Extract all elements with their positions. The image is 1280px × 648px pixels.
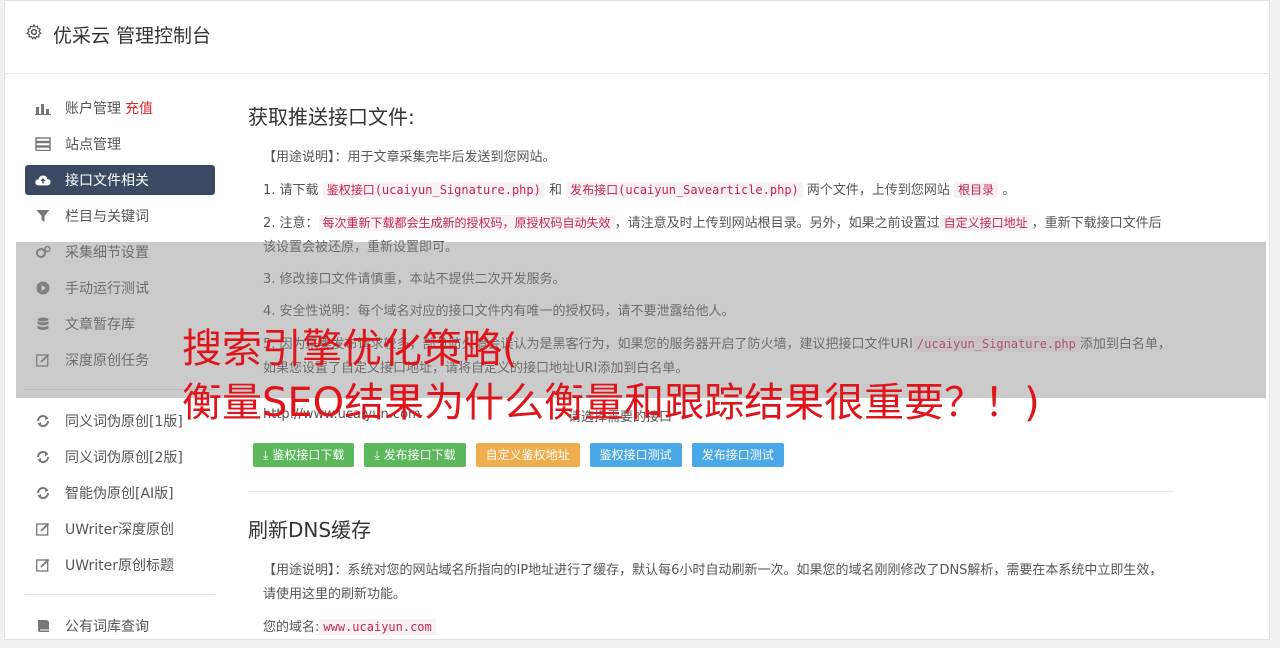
sidebar-item-account[interactable]: 账户管理 充值 [25, 93, 215, 123]
edit-icon [35, 521, 51, 537]
sidebar-item-label: 账户管理 [65, 101, 121, 117]
section-title-dns: 刷新DNS缓存 [248, 518, 372, 542]
domain-value: www.ucaiyun.com [319, 619, 436, 635]
domain-row: 您的域名: www.ucaiyun.com [263, 615, 1173, 640]
test-auth-button[interactable]: 鉴权接口测试 [589, 443, 682, 467]
section-title-interface-files: 获取推送接口文件: [248, 105, 415, 129]
custom-auth-url-button[interactable]: 自定义鉴权地址 [475, 443, 580, 467]
sidebar-item-uwriter-deep[interactable]: UWriter深度原创 [25, 514, 215, 544]
refresh-icon [35, 413, 51, 429]
sidebar-item-label: 栏目与关键词 [65, 209, 149, 225]
sidebar-item-label: 接口文件相关 [65, 173, 149, 189]
bar-chart-icon [35, 100, 51, 116]
refresh-icon [35, 485, 51, 501]
sidebar-item-label: 公有词库查询 [65, 619, 149, 635]
filter-icon [35, 208, 51, 224]
sidebar-item-interface-files[interactable]: 接口文件相关 [25, 165, 215, 195]
gear-icon [26, 23, 42, 40]
sidebar-item-label: 智能伪原创[AI版] [65, 486, 174, 502]
overlay-headline: 搜索引擎优化策略( 衡量SEO结果为什么衡量和跟踪结果很重要？！) [182, 322, 1182, 430]
download-publish-button[interactable]: ⤓ 发布接口下载 [364, 443, 466, 467]
page-title: 优采云 管理控制台 [53, 25, 212, 47]
step-1: 1. 请下载 鉴权接口(ucaiyun_Signature.php) 和 发布接… [263, 182, 1016, 198]
sidebar-item-synonym-v2[interactable]: 同义词伪原创[2版] [25, 442, 215, 472]
overlay-line-1: 搜索引擎优化策略( [182, 326, 518, 372]
sidebar-item-label: 同义词伪原创[1版] [65, 414, 183, 430]
usage-text: 【用途说明】：用于文章采集完毕后发送到您网站。 [263, 150, 556, 165]
section-divider [248, 491, 1173, 492]
test-publish-button[interactable]: 发布接口测试 [691, 443, 784, 467]
sidebar-item-sites[interactable]: 站点管理 [25, 129, 215, 159]
sidebar-item-ai-rewrite[interactable]: 智能伪原创[AI版] [25, 478, 215, 508]
refresh-icon [35, 449, 51, 465]
domain-label: 您的域名: [263, 620, 320, 635]
sidebar-item-columns-keywords[interactable]: 栏目与关键词 [25, 201, 215, 231]
sidebar-divider [25, 594, 215, 595]
download-icon: ⤓ [263, 448, 269, 462]
recharge-link[interactable]: 充值 [125, 98, 153, 118]
download-auth-button[interactable]: ⤓ 鉴权接口下载 [253, 443, 355, 467]
book-icon [35, 618, 51, 634]
header: 优采云 管理控制台 [5, 1, 1269, 74]
sidebar-item-label: UWriter深度原创 [65, 522, 174, 538]
download-icon: ⤓ [374, 448, 380, 462]
sidebar-item-label: 站点管理 [65, 137, 121, 153]
sidebar-item-uwriter-title[interactable]: UWriter原创标题 [25, 550, 215, 580]
sidebar-item-label: UWriter原创标题 [65, 558, 174, 574]
button-row: ⤓ 鉴权接口下载 ⤓ 发布接口下载 自定义鉴权地址 鉴权接口测试 发布接口测试 [253, 443, 1173, 467]
overlay-line-2: 衡量SEO结果为什么衡量和跟踪结果很重要？！) [182, 380, 1040, 426]
cloud-upload-icon [35, 172, 51, 188]
sidebar-item-label: 同义词伪原创[2版] [65, 450, 183, 466]
server-icon [35, 136, 51, 152]
edit-icon [35, 557, 51, 573]
dns-usage-text: 【用途说明】：系统对您的网站域名所指向的IP地址进行了缓存，默认每6小时自动刷新… [263, 563, 1163, 602]
sidebar-item-public-lexicon[interactable]: 公有词库查询 [25, 611, 215, 641]
